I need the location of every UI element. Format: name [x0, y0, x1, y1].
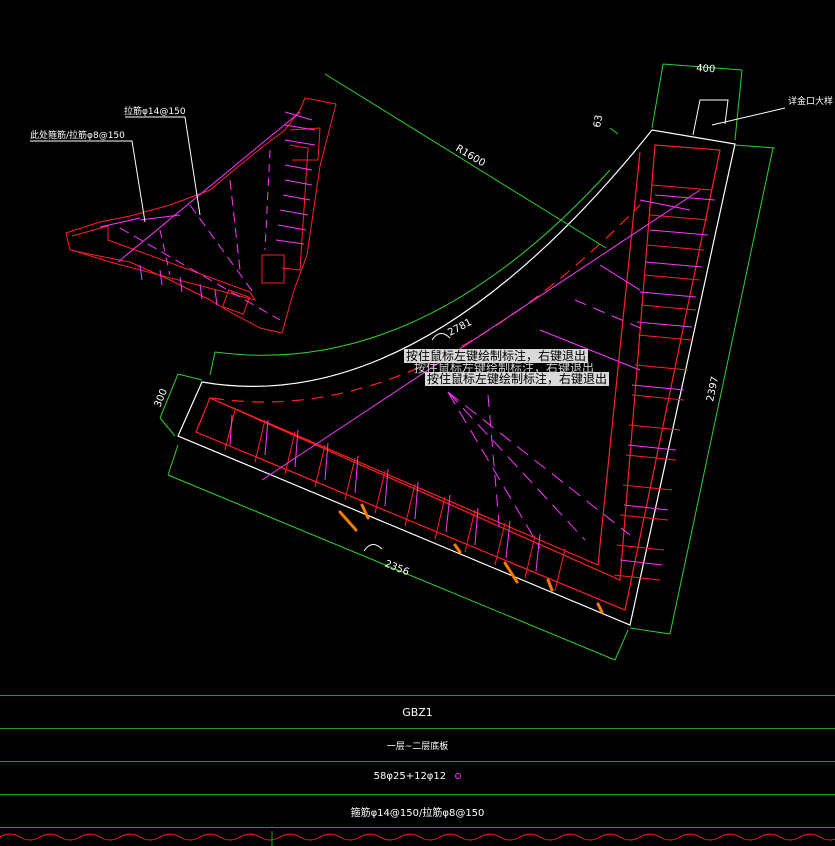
main-rebar-text: 58φ25+12φ12 [373, 771, 447, 782]
annotation-tooltip: 按住鼠标左键绘制标注，右键退出 [425, 372, 610, 386]
column-label-leader [692, 99, 786, 136]
table-stirrup: 箍筋φ14@150/拉筋φ8@150 [350, 808, 485, 819]
dim-right-height: 2397 [705, 375, 721, 402]
stirrup-label: 拉筋φ14@150 [124, 105, 186, 117]
table-divider [0, 728, 835, 729]
dim-left-end: 300 [153, 387, 170, 409]
table-divider [0, 695, 835, 696]
table-bottom-wave [0, 831, 835, 846]
table-divider [0, 794, 835, 795]
table-divider [0, 827, 835, 828]
table-name: GBZ1 [402, 706, 433, 719]
tie-label: 此处箍筋/拉筋φ8@150 [30, 129, 125, 141]
arc-symbol [363, 544, 383, 552]
column-label: 详金口大样 [788, 95, 833, 107]
cad-drawing-canvas[interactable]: 400 63 R1600 2781 2397 300 2356 详金口大样 拉筋… [0, 0, 835, 846]
dim-top-width: 400 [696, 63, 716, 75]
arc-symbol [431, 333, 451, 341]
table-main-rebar: 58φ25+12φ12 [0, 771, 835, 782]
dim-arc-length: 2781 [446, 317, 474, 339]
rebar-circle-icon [455, 773, 462, 779]
dim-bottom-length: 2356 [383, 559, 411, 579]
table-divider [0, 761, 835, 762]
table-level: 一层~二层底板 [386, 742, 449, 752]
dim-offset: 63 [592, 114, 605, 128]
